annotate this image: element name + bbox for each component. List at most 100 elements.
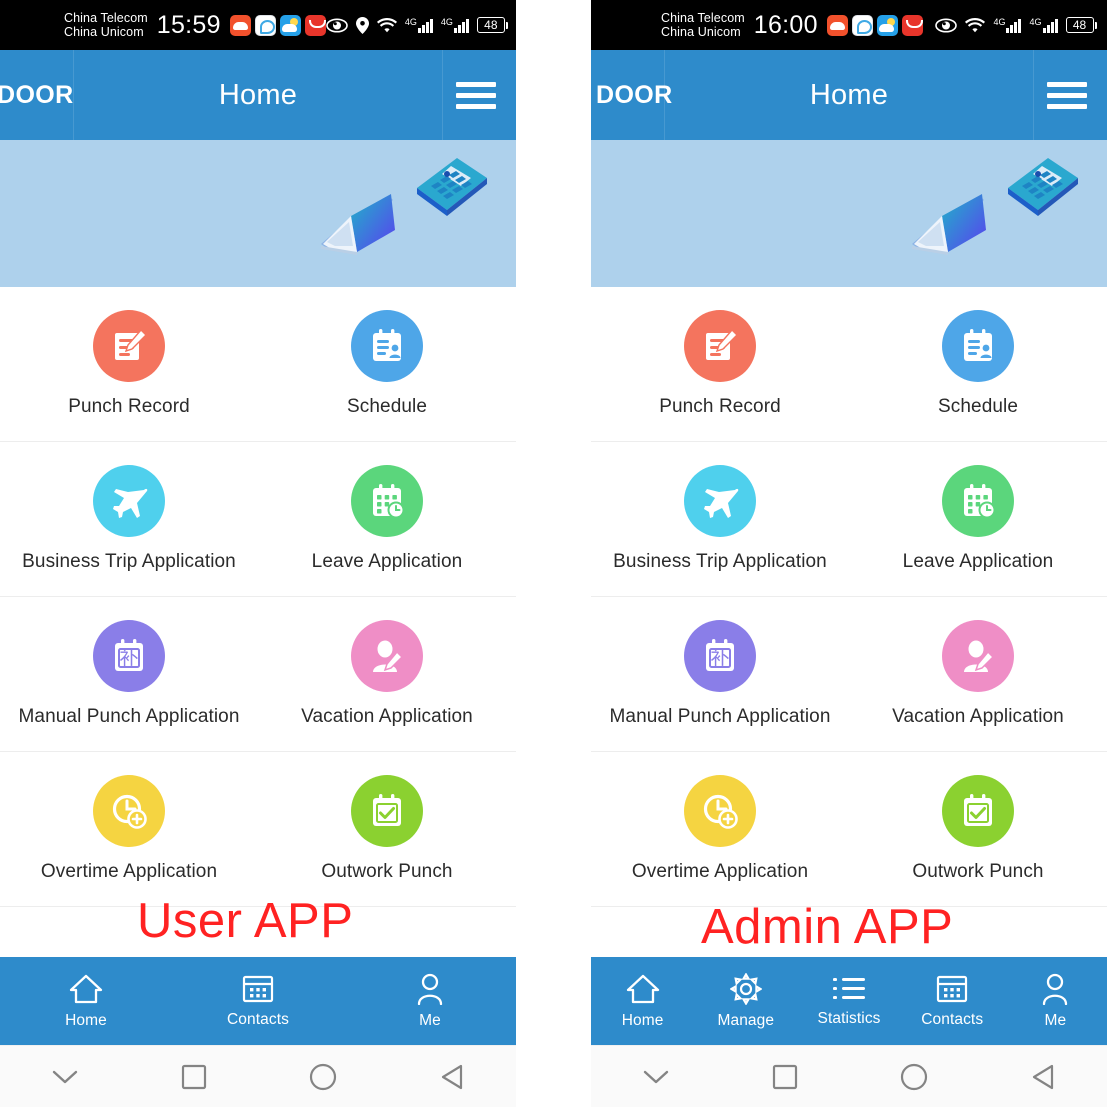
- cloud-app-icon: [229, 14, 251, 36]
- nav-item-statistics[interactable]: Statistics: [797, 975, 900, 1028]
- tile-vacation-application[interactable]: Vacation Application: [258, 597, 516, 751]
- calendar-bu-icon: 补: [93, 620, 165, 692]
- tile-manual-punch-application[interactable]: 补 Manual Punch Application: [591, 597, 849, 751]
- carrier-line-2: China Unicom: [64, 25, 144, 39]
- back-triangle-icon[interactable]: [1014, 1057, 1072, 1097]
- hamburger-menu-icon[interactable]: [1047, 81, 1087, 109]
- panel-gap: [516, 0, 591, 1107]
- calendar-check-icon: [942, 775, 1014, 847]
- tile-overtime-application[interactable]: Overtime Application: [0, 752, 258, 906]
- tile-overtime-application[interactable]: Overtime Application: [591, 752, 849, 906]
- id-card-calendar-icon: [942, 310, 1014, 382]
- tile-business-trip-application[interactable]: Business Trip Application: [591, 442, 849, 596]
- recents-square-icon[interactable]: [165, 1057, 223, 1097]
- chevron-down-icon[interactable]: [36, 1057, 94, 1097]
- status-bar-left: China Telecom China Unicom 16:00: [661, 11, 923, 40]
- status-bar-right: 4G 4G 48: [326, 16, 509, 34]
- nav-item-contacts[interactable]: Contacts: [172, 974, 344, 1029]
- bu-glyph: 补: [119, 646, 139, 669]
- status-bar: China Telecom China Unicom 15:59 4G 4G 4…: [0, 0, 516, 50]
- feature-grid: Punch Record Schedule Business Trip Appl…: [591, 287, 1107, 957]
- status-bar-clock: 15:59: [156, 10, 221, 39]
- tile-label: Overtime Application: [631, 861, 809, 882]
- nav-item-contacts[interactable]: Contacts: [901, 974, 1004, 1029]
- qq-app-icon: [851, 14, 873, 36]
- clock-plus-icon: [684, 775, 756, 847]
- calendar-clock-icon: [942, 465, 1014, 537]
- isometric-calculator-illustration: [417, 158, 487, 216]
- tile-schedule[interactable]: Schedule: [849, 287, 1107, 441]
- grid-row: Business Trip Application Leave Applicat…: [591, 442, 1107, 597]
- person-pencil-icon: [942, 620, 1014, 692]
- grid-row: Overtime Application Outwork Punch: [0, 752, 516, 907]
- eye-icon: [935, 18, 958, 32]
- airplane-icon: [684, 465, 756, 537]
- tile-punch-record[interactable]: Punch Record: [0, 287, 258, 441]
- tile-label: Outwork Punch: [912, 861, 1044, 882]
- isometric-laptop-illustration: [912, 194, 986, 255]
- tile-schedule[interactable]: Schedule: [258, 287, 516, 441]
- contacts-icon: [242, 975, 274, 1002]
- app-brand: DOOR: [596, 80, 673, 109]
- signal-4g-icon-2: 4G: [440, 16, 469, 33]
- tile-label: Overtime Application: [40, 861, 218, 882]
- grid-row: 补 Manual Punch Application Vacation Appl…: [591, 597, 1107, 752]
- recents-square-icon[interactable]: [756, 1057, 814, 1097]
- home-icon: [626, 974, 659, 1003]
- battery-tip: [1095, 21, 1097, 29]
- taobao-app-icon: [304, 14, 326, 36]
- tile-outwork-punch[interactable]: Outwork Punch: [849, 752, 1107, 906]
- tile-label: Business Trip Application: [22, 551, 236, 572]
- battery-icon: 48: [476, 17, 509, 33]
- nav-label: Home: [65, 1011, 107, 1029]
- tile-outwork-punch[interactable]: Outwork Punch: [258, 752, 516, 906]
- calendar-bu-icon: 补: [684, 620, 756, 692]
- nav-label: Manage: [717, 1011, 775, 1029]
- annotation-user-app: User APP: [137, 894, 354, 948]
- grid-row: Punch Record Schedule: [591, 287, 1107, 442]
- tile-label: Manual Punch Application: [609, 706, 831, 727]
- network-label-2: 4G: [440, 16, 453, 27]
- isometric-laptop-illustration: [321, 194, 395, 255]
- android-system-nav: [0, 1045, 516, 1107]
- status-bar-app-icons: [826, 14, 923, 36]
- nav-item-home[interactable]: Home: [0, 973, 172, 1030]
- airplane-icon: [93, 465, 165, 537]
- hamburger-menu-icon[interactable]: [456, 81, 496, 109]
- network-label-1: 4G: [404, 16, 417, 27]
- tile-label: Schedule: [346, 396, 428, 417]
- tile-leave-application[interactable]: Leave Application: [258, 442, 516, 596]
- cloud-app-icon: [826, 14, 848, 36]
- hero-banner: [0, 140, 516, 287]
- tile-manual-punch-application[interactable]: 补 Manual Punch Application: [0, 597, 258, 751]
- battery-level: 48: [1065, 17, 1094, 33]
- nav-label: Contacts: [227, 1010, 289, 1028]
- tile-leave-application[interactable]: Leave Application: [849, 442, 1107, 596]
- home-circle-icon[interactable]: [294, 1057, 352, 1097]
- grid-row: Punch Record Schedule: [0, 287, 516, 442]
- contacts-icon: [937, 975, 968, 1002]
- tile-label: Vacation Application: [301, 706, 473, 727]
- battery-level: 48: [476, 17, 505, 33]
- back-triangle-icon[interactable]: [423, 1057, 481, 1097]
- tile-vacation-application[interactable]: Vacation Application: [849, 597, 1107, 751]
- nav-item-manage[interactable]: Manage: [694, 972, 797, 1030]
- nav-item-me[interactable]: Me: [1004, 973, 1107, 1030]
- tile-punch-record[interactable]: Punch Record: [591, 287, 849, 441]
- document-pencil-icon: [93, 310, 165, 382]
- nav-item-me[interactable]: Me: [344, 973, 516, 1030]
- home-circle-icon[interactable]: [885, 1057, 943, 1097]
- chevron-down-icon[interactable]: [627, 1057, 685, 1097]
- bu-glyph: 补: [710, 646, 730, 669]
- home-icon: [69, 974, 103, 1003]
- calendar-check-icon: [351, 775, 423, 847]
- tile-business-trip-application[interactable]: Business Trip Application: [0, 442, 258, 596]
- nav-item-home[interactable]: Home: [591, 973, 694, 1030]
- clock-plus-icon: [93, 775, 165, 847]
- battery-icon: 48: [1065, 17, 1097, 33]
- weather-app-icon: [876, 14, 898, 36]
- tile-label: Schedule: [937, 396, 1019, 417]
- signal-4g-icon-2: 4G: [1029, 17, 1058, 33]
- isometric-calculator-illustration: [1008, 158, 1078, 216]
- status-bar: China Telecom China Unicom 16:00 4G 4G 4…: [591, 0, 1107, 50]
